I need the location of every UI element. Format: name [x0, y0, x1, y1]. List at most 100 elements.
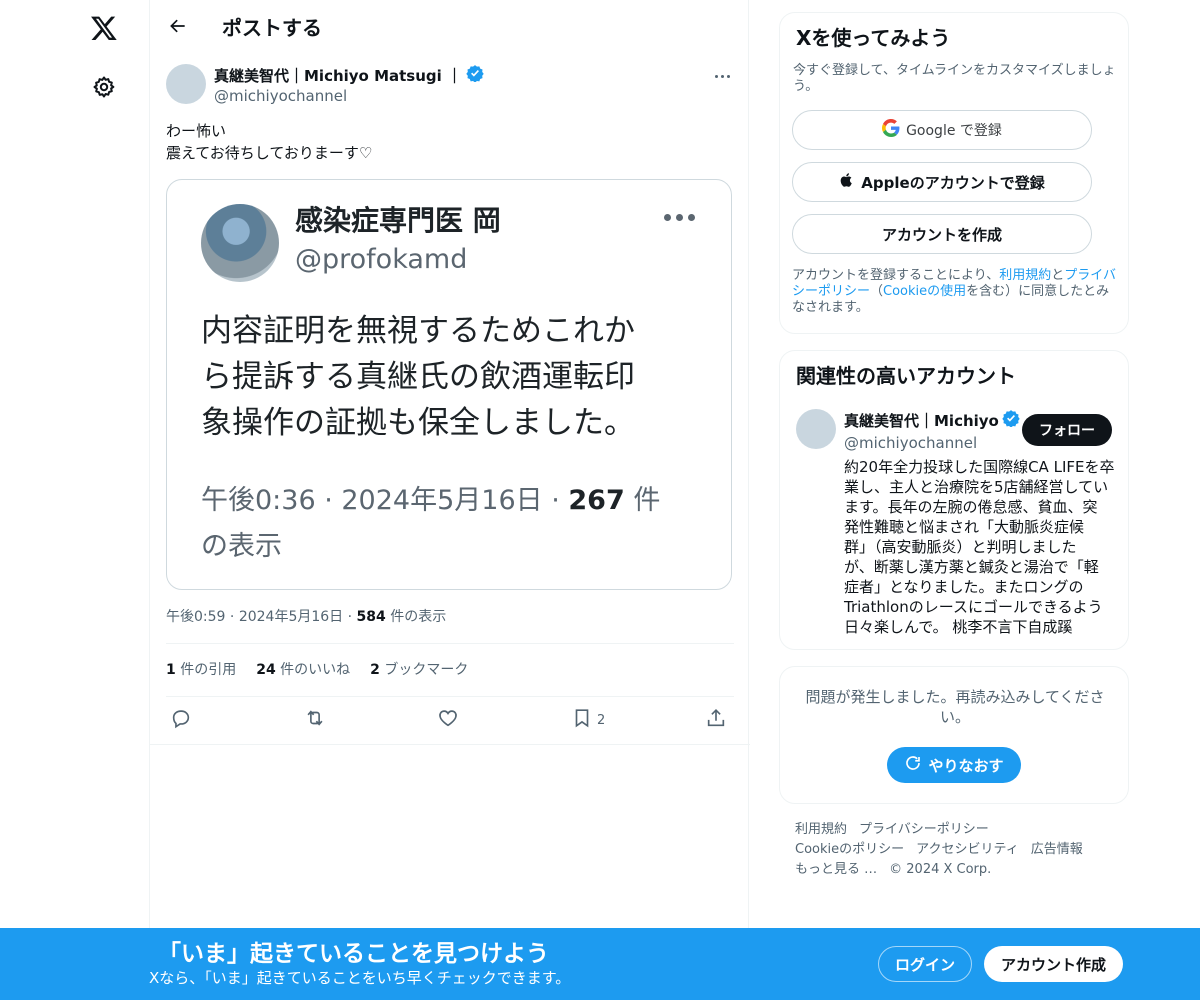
footer-ads-link[interactable]: 広告情報 [1031, 842, 1083, 857]
share-button[interactable] [705, 706, 727, 734]
quotes-stat[interactable]: 1 件の引用 [166, 660, 236, 680]
embedded-meta-label: の表示 [201, 531, 282, 562]
bio-line: 約20年全力投球した国際線CA LIFEを卒 [844, 458, 1115, 476]
avatar[interactable] [796, 409, 836, 449]
suggested-account-handle[interactable]: @michiyochannel [844, 433, 977, 453]
cookie-use-link[interactable]: Cookieの使用 [883, 284, 966, 299]
repost-button[interactable] [303, 706, 327, 734]
post-text: わー怖い 震えてお待ちしておりまーす♡ [166, 120, 734, 164]
google-signup-button[interactable]: Google で登録 [792, 110, 1092, 150]
divider [166, 696, 734, 697]
embedded-avatar [201, 204, 279, 282]
bookmark-count: 2 [597, 712, 606, 728]
suggested-name-text: 真継美智代｜Michiyo [844, 411, 999, 430]
footer-accessibility-link[interactable]: アクセシビリティ [916, 842, 1019, 857]
error-panel: 問題が発生しました。再読み込みしてください。 やりなおす [779, 666, 1129, 804]
post-views-count: 584 [356, 609, 386, 625]
terms-and: と [1051, 268, 1065, 283]
create-account-button[interactable]: アカウントを作成 [792, 214, 1092, 254]
post-meta: 午後0:59 · 2024年5月16日 · 584 件の表示 [166, 609, 447, 625]
embedded-body-line: 象操作の証拠も保全しました。 [201, 405, 635, 441]
google-logo-icon [882, 119, 900, 141]
embedded-meta: 午後0:36 · 2024年5月16日 · 267 件 の表示 [201, 478, 681, 570]
likes-stat[interactable]: 24 件のいいね [256, 660, 350, 680]
embedded-body-line: ら提訴する真継氏の飲酒運転印 [201, 359, 635, 395]
footer-cookie-link[interactable]: Cookieのポリシー [795, 842, 904, 857]
footer-copyright: © 2024 X Corp. [889, 862, 992, 877]
author-name[interactable]: 真継美智代｜Michiyo Matsugi ｜ [214, 64, 484, 87]
author-name-text: 真継美智代｜Michiyo Matsugi ｜ [214, 66, 463, 85]
more-options-icon[interactable] [710, 66, 734, 86]
login-button[interactable]: ログイン [878, 946, 972, 982]
embedded-name: 感染症専門医 岡 [295, 204, 501, 237]
like-button[interactable] [437, 706, 459, 734]
reply-icon [170, 707, 192, 733]
x-logo-icon[interactable] [88, 12, 120, 44]
embedded-more-icon [664, 214, 695, 221]
back-button[interactable] [164, 14, 192, 42]
follow-button[interactable]: フォロー [1022, 414, 1112, 446]
signup-panel: Xを使ってみよう 今すぐ登録して、タイムラインをカスタマイズしましょう。 Goo… [779, 12, 1129, 334]
gear-icon[interactable] [88, 71, 120, 103]
arrow-left-icon [168, 16, 188, 40]
bookmarks-stat[interactable]: 2 ブックマーク [370, 660, 468, 680]
page-title: ポストする [222, 16, 322, 40]
bookmark-button[interactable]: 2 [571, 706, 605, 734]
bio-line: Triathlonのレースにゴールできるよう [844, 598, 1103, 616]
embedded-body-line: 内容証明を無視するためこれか [201, 313, 635, 349]
suggested-account-name[interactable]: 真継美智代｜Michiyo [844, 409, 1020, 432]
error-message: 問題が発生しました。再読み込みしてください。 [805, 688, 1105, 726]
bio-line: 日々楽しんで。 桃李不言下自成蹊 [844, 618, 1073, 636]
bio-line: ます。長年の左腕の倦怠感、貧血、突 [844, 498, 1098, 516]
footer-privacy-link[interactable]: プライバシーポリシー [859, 822, 989, 837]
signup-banner: 「いま」起きていることを見つけよう Xなら、「いま」起きていることをいち早くチェ… [0, 928, 1200, 1000]
repost-icon [303, 707, 327, 733]
refresh-icon [904, 754, 922, 776]
embedded-meta-time: 午後0:36 · 2024年5月16日 · [201, 485, 569, 516]
footer-links: 利用規約 プライバシーポリシー Cookieのポリシー アクセシビリティ 広告情報 も… [795, 820, 1125, 880]
create-account-label: アカウントを作成 [881, 225, 1002, 244]
embedded-handle: @profokamd [295, 244, 468, 275]
post-image[interactable]: 感染症専門医 岡 @profokamd 内容証明を無視するためこれか ら提訴する… [166, 179, 732, 590]
verified-badge-icon [466, 64, 484, 87]
avatar[interactable] [166, 64, 206, 104]
left-nav [60, 0, 150, 928]
retry-label: やりなおす [928, 756, 1004, 775]
relevant-accounts-panel: 関連性の高いアカウント 真継美智代｜Michiyo @michiyochanne… [779, 350, 1129, 650]
bio-line: 業し、主人と治療院を5店舗経営してい [844, 478, 1109, 496]
terms-of-service-link[interactable]: 利用規約 [999, 268, 1051, 283]
terms-paren: （ [870, 284, 884, 299]
apple-signup-label: Appleのアカウントで登録 [861, 173, 1045, 192]
post-time[interactable]: 午後0:59 [166, 609, 225, 625]
main-column: ポストする 真継美智代｜Michiyo Matsugi ｜ @michiyoch… [149, 0, 750, 928]
google-signup-label: Google で登録 [906, 123, 1002, 139]
divider [166, 643, 734, 644]
suggested-account-bio: 約20年全力投球した国際線CA LIFEを卒 業し、主人と治療院を5店舗経営して… [844, 457, 1114, 637]
retry-button[interactable]: やりなおす [887, 747, 1021, 783]
terms-prefix: アカウントを登録することにより、 [792, 268, 1000, 283]
bio-line: 発性難聴と悩まされ「大動脈炎症候 [844, 518, 1085, 536]
apple-logo-icon [839, 171, 855, 193]
bookmark-icon [571, 707, 593, 733]
terms-text: アカウントを登録することにより、利用規約とプライバシーポリシー（Cookieの使… [792, 268, 1122, 316]
banner-subtitle: Xなら、「いま」起きていることをいち早くチェックできます。 [149, 969, 571, 987]
footer-terms-link[interactable]: 利用規約 [795, 822, 847, 837]
signup-button[interactable]: アカウント作成 [984, 946, 1123, 982]
verified-badge-icon [1002, 409, 1020, 432]
post-text-line: 震えてお待ちしておりまーす♡ [166, 144, 373, 162]
relevant-title: 関連性の高いアカウント [796, 364, 1016, 388]
post-stats: 1 件の引用 24 件のいいね 2 ブックマーク [166, 660, 468, 680]
post-views-label: 件の表示 [390, 609, 447, 625]
post-text-line: わー怖い [166, 122, 227, 140]
author-handle[interactable]: @michiyochannel [214, 86, 347, 106]
footer-more-link[interactable]: もっと見る … [795, 862, 877, 877]
reply-button[interactable] [170, 706, 192, 734]
embedded-meta-unit: 件 [624, 485, 661, 516]
apple-signup-button[interactable]: Appleのアカウントで登録 [792, 162, 1092, 202]
signup-subtitle: 今すぐ登録して、タイムラインをカスタマイズしましょう。 [793, 63, 1116, 94]
post-date[interactable]: 2024年5月16日 [239, 609, 343, 625]
heart-icon [437, 707, 459, 733]
bio-line: 群」（高安動脈炎）と判明しました [844, 538, 1077, 556]
bio-line: 症者」となりました。またロングの [844, 578, 1084, 596]
action-bar: 2 [166, 706, 734, 734]
